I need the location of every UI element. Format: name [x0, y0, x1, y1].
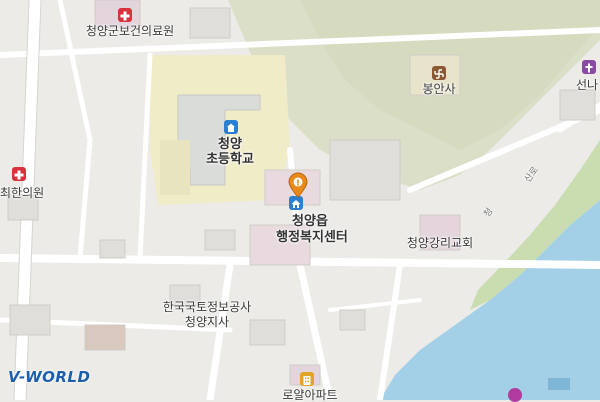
- partial-right-label[interactable]: 선나: [576, 78, 600, 92]
- lx-office-label-line2[interactable]: 청양지사: [172, 315, 242, 329]
- hospital-cross-icon[interactable]: [118, 8, 132, 22]
- lx-office-label-line1[interactable]: 한국국토정보공사: [152, 300, 262, 314]
- location-pin-icon[interactable]: [287, 172, 309, 202]
- blue-roof: [548, 378, 570, 390]
- hospital-label[interactable]: 청양군보건의료원: [70, 24, 190, 38]
- welfare-center-label-line1[interactable]: 청양읍: [275, 214, 345, 230]
- temple-label[interactable]: 봉안사: [412, 82, 466, 96]
- church-label[interactable]: 청양강리교회: [398, 236, 482, 250]
- welfare-center-label-line2[interactable]: 행정복지센터: [262, 230, 362, 246]
- school-icon[interactable]: [224, 120, 238, 134]
- vworld-logo: V-WORLD: [8, 368, 91, 386]
- church-icon[interactable]: [582, 60, 596, 74]
- clinic-label[interactable]: 최한의원: [0, 186, 50, 200]
- hospital-cross-icon[interactable]: [12, 167, 26, 181]
- apartment-icon[interactable]: [300, 372, 314, 386]
- temple-manji-icon[interactable]: [432, 66, 446, 80]
- school-label-line2[interactable]: 초등학교: [195, 152, 265, 168]
- school-field: [160, 140, 190, 195]
- school-label-line1[interactable]: 청양: [200, 137, 260, 153]
